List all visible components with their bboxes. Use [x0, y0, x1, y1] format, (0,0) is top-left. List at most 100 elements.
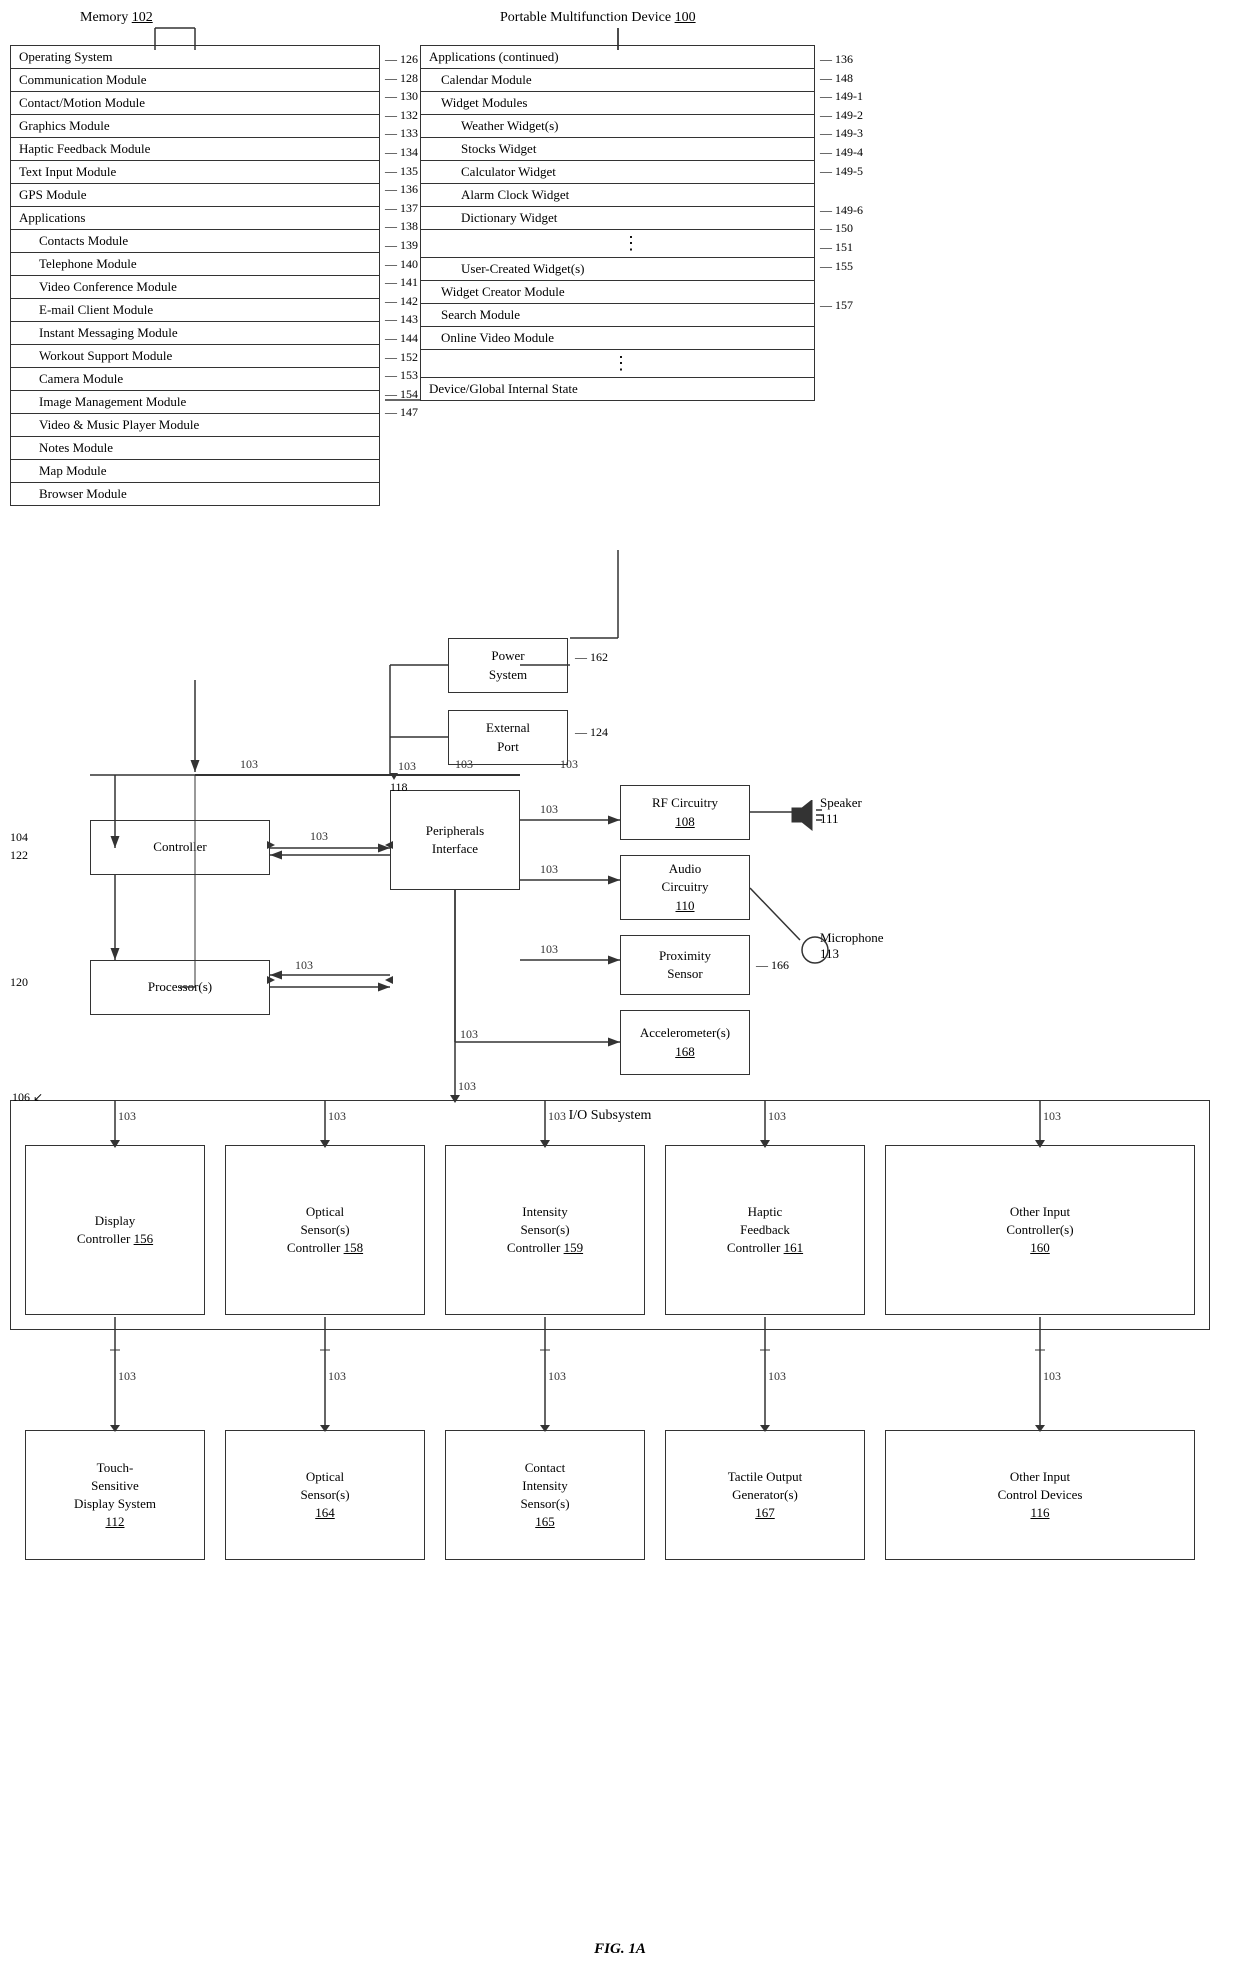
pmd-row-dots1: ⋮ [421, 230, 814, 258]
svg-text:103: 103 [1043, 1369, 1061, 1383]
optical-sensor-box: OpticalSensor(s)164 [225, 1430, 425, 1560]
mem-row-camera: Camera Module [11, 368, 379, 391]
mem-row-gps: GPS Module [11, 184, 379, 207]
pmd-refs: — 136 — 148 — 149-1 — 149-2 — 149-3 — 14… [820, 50, 863, 314]
pmd-row-widgetcreator: Widget Creator Module [421, 281, 814, 304]
speaker-icon [790, 800, 825, 835]
memory-title: Memory 102 [80, 10, 153, 26]
mem-row-textinput: Text Input Module [11, 161, 379, 184]
pmd-row-calculator: Calculator Widget [421, 161, 814, 184]
mem-row-browser: Browser Module [11, 483, 379, 505]
diagram-container: Memory 102 Portable Multifunction Device… [0, 0, 1240, 1978]
ref-106: 106 ↙ [12, 1090, 43, 1105]
processor-label: Processor(s) [148, 978, 212, 996]
external-port-box: ExternalPort [448, 710, 568, 765]
pmd-row-stocks: Stocks Widget [421, 138, 814, 161]
svg-text:103: 103 [295, 958, 313, 972]
ref-104: 104 [10, 830, 28, 845]
optical-sensor-ctrl-box: OpticalSensor(s)Controller 158 [225, 1145, 425, 1315]
pmd-block: Applications (continued) Calendar Module… [420, 45, 815, 401]
ref-120: 120 [10, 975, 28, 990]
intensity-ctrl-box: IntensitySensor(s)Controller 159 [445, 1145, 645, 1315]
svg-text:103: 103 [240, 757, 258, 771]
external-port-ref: — 124 [575, 725, 608, 740]
other-input-ctrl-box: Other InputController(s)160 [885, 1145, 1195, 1315]
pmd-row-weather: Weather Widget(s) [421, 115, 814, 138]
mem-row-telephone: Telephone Module [11, 253, 379, 276]
svg-text:103: 103 [460, 1027, 478, 1041]
svg-text:103: 103 [540, 802, 558, 816]
figure-caption: FIG. 1A [594, 1941, 646, 1958]
intensity-ctrl-label: IntensitySensor(s)Controller 159 [507, 1203, 583, 1258]
ref-122: 122 [10, 848, 28, 863]
pmd-row-alarm: Alarm Clock Widget [421, 184, 814, 207]
rf-circuitry-box: RF Circuitry108 [620, 785, 750, 840]
svg-text:103: 103 [548, 1369, 566, 1383]
mem-row-email: E-mail Client Module [11, 299, 379, 322]
mem-row-graphics: Graphics Module [11, 115, 379, 138]
mem-row-videoplayer: Video & Music Player Module [11, 414, 379, 437]
optical-sensor-ctrl-label: OpticalSensor(s)Controller 158 [287, 1203, 363, 1258]
speaker-label: Speaker111 [820, 795, 862, 827]
mem-row-haptic: Haptic Feedback Module [11, 138, 379, 161]
svg-text:103: 103 [328, 1369, 346, 1383]
microphone-icon [800, 935, 830, 965]
mem-row-videoconf: Video Conference Module [11, 276, 379, 299]
peripherals-ref: 118 [390, 780, 408, 795]
audio-circuitry-box: AudioCircuitry110 [620, 855, 750, 920]
mem-row-apps: Applications [11, 207, 379, 230]
audio-circuitry-label: AudioCircuitry110 [662, 860, 709, 915]
processor-box: Processor(s) [90, 960, 270, 1015]
power-ref: — 162 [575, 650, 608, 665]
pmd-row-calendar: Calendar Module [421, 69, 814, 92]
optical-sensor-label: OpticalSensor(s)164 [300, 1468, 349, 1523]
pmd-row-dictionary: Dictionary Widget [421, 207, 814, 230]
mem-row-os: Operating System [11, 46, 379, 69]
svg-text:103: 103 [398, 759, 416, 773]
mem-row-im: Instant Messaging Module [11, 322, 379, 345]
other-input-devices-box: Other InputControl Devices116 [885, 1430, 1195, 1560]
power-system-box: PowerSystem [448, 638, 568, 693]
other-input-ctrl-label: Other InputController(s)160 [1006, 1203, 1073, 1258]
io-subsystem-label: I/O Subsystem [21, 1106, 1199, 1126]
mem-row-imagemanage: Image Management Module [11, 391, 379, 414]
mem-row-contact: Contact/Motion Module [11, 92, 379, 115]
memory-block: Operating System Communication Module Co… [10, 45, 380, 506]
controller-box: Controller [90, 820, 270, 875]
contact-intensity-box: ContactIntensitySensor(s)165 [445, 1430, 645, 1560]
controller-label: Controller [153, 838, 206, 856]
pmd-title: Portable Multifunction Device 100 [500, 10, 696, 26]
svg-text:103: 103 [768, 1369, 786, 1383]
pmd-row-dots2: ⋮ [421, 350, 814, 378]
svg-text:103: 103 [540, 942, 558, 956]
touch-display-label: Touch-SensitiveDisplay System112 [74, 1459, 156, 1532]
pmd-row-search: Search Module [421, 304, 814, 327]
mem-row-comm: Communication Module [11, 69, 379, 92]
proximity-ref: — 166 [756, 958, 789, 973]
mem-row-workout: Workout Support Module [11, 345, 379, 368]
rf-circuitry-label: RF Circuitry108 [652, 794, 718, 830]
external-port-label: ExternalPort [486, 719, 530, 755]
mem-row-map: Map Module [11, 460, 379, 483]
accelerometers-box: Accelerometer(s)168 [620, 1010, 750, 1075]
display-ctrl-box: DisplayController 156 [25, 1145, 205, 1315]
tactile-output-label: Tactile OutputGenerator(s)167 [728, 1468, 803, 1523]
svg-text:103: 103 [540, 862, 558, 876]
mem-row-contacts: Contacts Module [11, 230, 379, 253]
svg-text:103: 103 [310, 829, 328, 843]
haptic-ctrl-box: HapticFeedbackController 161 [665, 1145, 865, 1315]
peripherals-label: PeripheralsInterface [426, 822, 484, 858]
peripherals-box: PeripheralsInterface [390, 790, 520, 890]
pmd-row-widgets: Widget Modules [421, 92, 814, 115]
pmd-row-devicestate: Device/Global Internal State [421, 378, 814, 400]
pmd-row-onlinevideo: Online Video Module [421, 327, 814, 350]
proximity-sensor-label: ProximitySensor [659, 947, 711, 983]
proximity-sensor-box: ProximitySensor [620, 935, 750, 995]
haptic-ctrl-label: HapticFeedbackController 161 [727, 1203, 803, 1258]
mem-row-notes: Notes Module [11, 437, 379, 460]
svg-text:103: 103 [118, 1369, 136, 1383]
ref-126: — 126 — 128 — 130 — 132 — 133 — 134 — 13… [385, 50, 418, 422]
tactile-output-box: Tactile OutputGenerator(s)167 [665, 1430, 865, 1560]
svg-text:103: 103 [458, 1079, 476, 1093]
power-system-label: PowerSystem [489, 647, 527, 683]
